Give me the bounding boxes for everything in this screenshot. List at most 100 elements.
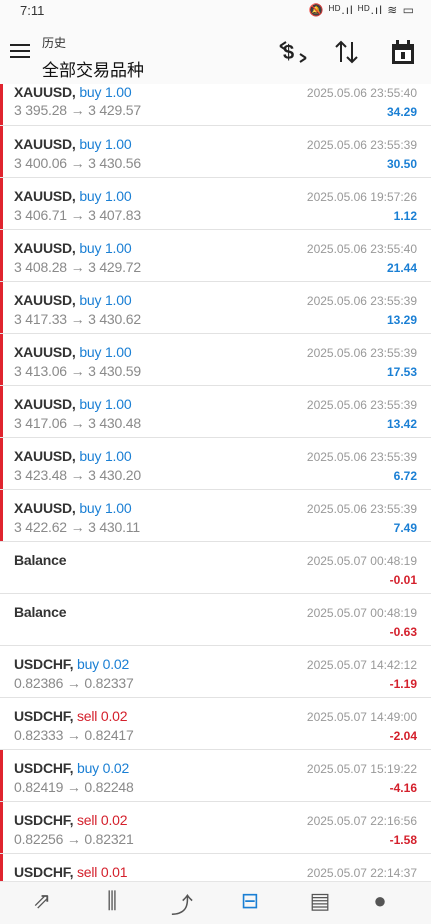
trade-row[interactable]: XAUUSD, buy 1.00 3 417.06 → 3 430.48 2025.… bbox=[0, 386, 431, 438]
trade-row[interactable]: XAUUSD, buy 1.00 3 400.06 → 3 430.56 2025.… bbox=[0, 126, 431, 178]
trade-profit: -1.19 bbox=[389, 677, 417, 691]
trade-side: buy 1.00 bbox=[79, 292, 132, 308]
nav-chat-icon[interactable]: ● bbox=[360, 888, 400, 918]
trade-profit: 1.12 bbox=[393, 209, 417, 223]
symbol-name: USDCHF, bbox=[14, 864, 74, 880]
trade-time: 2025.05.06 23:55:39 bbox=[306, 346, 417, 360]
trade-symbol: USDCHF, buy 0.02 bbox=[14, 760, 129, 776]
trade-row[interactable]: XAUUSD, buy 1.00 3 423.48 → 3 430.20 2025.… bbox=[0, 438, 431, 490]
trade-side: buy 1.00 bbox=[79, 240, 132, 256]
trade-row[interactable]: USDCHF, sell 0.01 2025.05.07 22:14:37 bbox=[0, 854, 431, 881]
symbol-name: Balance bbox=[14, 552, 67, 568]
loss-marker-bar bbox=[0, 334, 3, 385]
trade-side: buy 1.00 bbox=[79, 188, 132, 204]
trade-symbol: XAUUSD, buy 1.00 bbox=[14, 448, 132, 464]
trade-symbol: XAUUSD, buy 1.00 bbox=[14, 500, 132, 516]
trade-prices: 3 422.62 → 3 430.11 bbox=[14, 519, 140, 535]
symbol-name: XAUUSD, bbox=[14, 84, 76, 100]
menu-icon[interactable] bbox=[10, 44, 30, 60]
trade-row[interactable]: USDCHF, sell 0.02 0.82256 → 0.82321 2025.0… bbox=[0, 802, 431, 854]
trade-row[interactable]: Balance 2025.05.07 00:48:19 -0.63 bbox=[0, 594, 431, 646]
trade-side: buy 1.00 bbox=[79, 84, 132, 100]
trade-symbol: Balance bbox=[14, 552, 66, 568]
trade-prices: 3 395.28 → 3 429.57 bbox=[14, 102, 141, 118]
trade-row[interactable]: XAUUSD, buy 1.00 3 422.62 → 3 430.11 2025.… bbox=[0, 490, 431, 542]
trade-profit: 13.42 bbox=[386, 417, 417, 431]
trade-time: 2025.05.06 23:55:39 bbox=[306, 450, 417, 464]
symbol-name: XAUUSD, bbox=[14, 136, 76, 152]
trade-prices: 3 417.33 → 3 430.62 bbox=[14, 311, 141, 327]
trade-row[interactable]: XAUUSD, buy 1.00 3 406.71 → 3 407.83 2025.… bbox=[0, 178, 431, 230]
trade-symbol: XAUUSD, buy 1.00 bbox=[14, 84, 132, 100]
nav-history-icon[interactable]: ⊟ bbox=[230, 888, 270, 918]
loss-marker-bar bbox=[0, 802, 3, 853]
trade-time: 2025.05.07 00:48:19 bbox=[306, 606, 417, 620]
trade-row[interactable]: XAUUSD, buy 1.00 3 417.33 → 3 430.62 2025.… bbox=[0, 282, 431, 334]
trade-time: 2025.05.06 23:55:40 bbox=[306, 86, 417, 100]
trade-time: 2025.05.06 23:55:39 bbox=[306, 398, 417, 412]
symbol-name: XAUUSD, bbox=[14, 500, 76, 516]
calendar-icon[interactable] bbox=[386, 38, 420, 68]
trade-profit: -1.58 bbox=[389, 833, 417, 847]
loss-marker-bar bbox=[0, 490, 3, 541]
trade-row[interactable]: XAUUSD, buy 1.00 3 413.06 → 3 430.59 2025.… bbox=[0, 334, 431, 386]
loss-marker-bar bbox=[0, 230, 3, 281]
trade-symbol: USDCHF, sell 0.02 bbox=[14, 708, 128, 724]
symbol-name: USDCHF, bbox=[14, 760, 74, 776]
trade-row[interactable]: USDCHF, sell 0.02 0.82333 → 0.82417 2025.0… bbox=[0, 698, 431, 750]
trade-side: buy 1.00 bbox=[79, 500, 132, 516]
symbol-name: XAUUSD, bbox=[14, 188, 76, 204]
dollar-swap-icon[interactable]: $ bbox=[276, 38, 310, 68]
trade-prices: 3 406.71 → 3 407.83 bbox=[14, 207, 141, 223]
trade-side: buy 0.02 bbox=[76, 656, 130, 672]
loss-marker-bar bbox=[0, 126, 3, 177]
nav-chart-icon[interactable]: ⫼ bbox=[92, 888, 132, 918]
trade-row[interactable]: Balance 2025.05.07 00:48:19 -0.01 bbox=[0, 542, 431, 594]
trade-profit: 6.72 bbox=[393, 469, 417, 483]
trade-time: 2025.05.07 22:16:56 bbox=[306, 814, 417, 828]
trade-side: buy 1.00 bbox=[79, 344, 132, 360]
trade-history-list[interactable]: XAUUSD, buy 1.00 3 395.28 → 3 429.57 2025.… bbox=[0, 84, 431, 881]
trade-symbol: USDCHF, sell 0.02 bbox=[14, 812, 128, 828]
sort-icon[interactable] bbox=[330, 38, 364, 68]
trade-side: sell 0.02 bbox=[76, 708, 128, 724]
trade-profit: -4.16 bbox=[389, 781, 417, 795]
trade-profit: -2.04 bbox=[389, 729, 417, 743]
trade-prices: 0.82333 → 0.82417 bbox=[14, 727, 134, 743]
trade-row[interactable]: USDCHF, buy 0.02 0.82419 → 0.82248 2025.05… bbox=[0, 750, 431, 802]
symbol-name: XAUUSD, bbox=[14, 292, 76, 308]
loss-marker-bar bbox=[0, 854, 3, 881]
trade-time: 2025.05.06 23:55:39 bbox=[306, 294, 417, 308]
trade-prices: 3 408.28 → 3 429.72 bbox=[14, 259, 141, 275]
trade-row[interactable]: USDCHF, buy 0.02 0.82386 → 0.82337 2025.05… bbox=[0, 646, 431, 698]
loss-marker-bar bbox=[0, 750, 3, 801]
loss-marker-bar bbox=[0, 386, 3, 437]
symbol-name: USDCHF, bbox=[14, 656, 74, 672]
trade-row[interactable]: XAUUSD, buy 1.00 3 395.28 → 3 429.57 2025.… bbox=[0, 84, 431, 126]
nav-news-icon[interactable]: ▤ bbox=[300, 888, 340, 918]
trade-time: 2025.05.06 23:55:39 bbox=[306, 138, 417, 152]
trade-profit: 30.50 bbox=[386, 157, 417, 171]
nav-quotes-icon[interactable]: ⇗ bbox=[22, 888, 62, 918]
trade-symbol: XAUUSD, buy 1.00 bbox=[14, 188, 132, 204]
symbol-name: XAUUSD, bbox=[14, 396, 76, 412]
nav-trade-icon[interactable]: ⤴ bbox=[162, 888, 202, 918]
status-bar: 7:11 🔕 ᴴᴰ.ıl ᴴᴰ.ıl ≋ ▭ bbox=[0, 0, 431, 22]
symbol-name: XAUUSD, bbox=[14, 240, 76, 256]
trade-row[interactable]: XAUUSD, buy 1.00 3 408.28 → 3 429.72 2025.… bbox=[0, 230, 431, 282]
trade-side: buy 1.00 bbox=[79, 136, 132, 152]
svg-text:$: $ bbox=[283, 42, 294, 64]
trade-side: buy 0.02 bbox=[76, 760, 130, 776]
trade-time: 2025.05.06 19:57:26 bbox=[306, 190, 417, 204]
trade-side: buy 1.00 bbox=[79, 448, 132, 464]
trade-profit: 7.49 bbox=[393, 521, 417, 535]
trade-side: sell 0.02 bbox=[76, 812, 128, 828]
trade-symbol: USDCHF, sell 0.01 bbox=[14, 864, 128, 880]
trade-symbol: XAUUSD, buy 1.00 bbox=[14, 344, 132, 360]
toolbar-title[interactable]: 全部交易品种 bbox=[42, 56, 144, 81]
loss-marker-bar bbox=[0, 438, 3, 489]
trade-side: sell 0.01 bbox=[76, 864, 128, 880]
status-time: 7:11 bbox=[20, 3, 45, 18]
trade-symbol: XAUUSD, buy 1.00 bbox=[14, 136, 132, 152]
trade-prices: 3 417.06 → 3 430.48 bbox=[14, 415, 141, 431]
